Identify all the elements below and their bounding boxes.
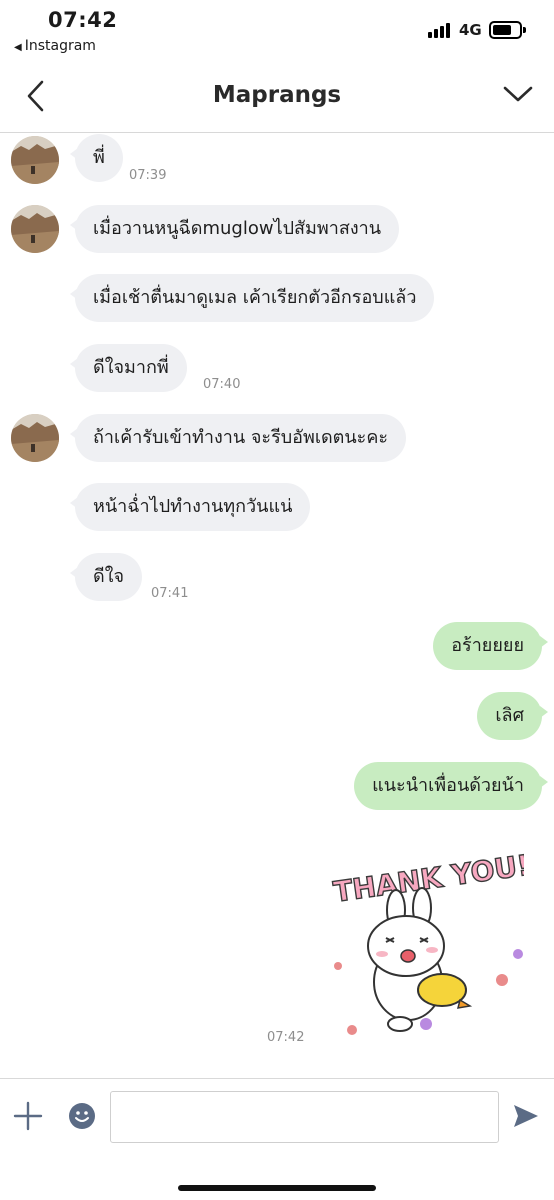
- send-button[interactable]: [512, 1103, 540, 1129]
- message-bubble[interactable]: เมื่อวานหนูฉีดmuglowไปสัมพาสงาน: [69, 205, 400, 253]
- battery-icon: [489, 21, 526, 39]
- emoji-button[interactable]: [68, 1102, 96, 1130]
- message-bubble[interactable]: พี่: [70, 134, 123, 182]
- message-time: 07:40: [203, 377, 241, 392]
- emoji-icon: [69, 1103, 95, 1129]
- avatar-image: [11, 414, 59, 462]
- message-bubble[interactable]: ดีใจมากพี่: [70, 344, 187, 392]
- message-input-bar: [0, 1078, 554, 1200]
- message-bubble-sent[interactable]: เลิศ: [477, 692, 548, 740]
- attach-button[interactable]: [13, 1101, 43, 1131]
- chat-messages[interactable]: พี่ 07:39 เมื่อวานหนูฉีดmuglowไปสัมพาสงา…: [0, 134, 554, 1078]
- chat-title[interactable]: Maprangs: [0, 82, 554, 108]
- avatar-image: [11, 136, 59, 184]
- status-bar: 07:42 ◀ Instagram 4G: [0, 0, 554, 60]
- back-app-label: Instagram: [24, 38, 96, 54]
- message-time: 07:39: [129, 168, 167, 183]
- message-bubble[interactable]: ดีใจ: [69, 553, 143, 601]
- plus-icon: [13, 1101, 43, 1131]
- message-bubble[interactable]: หน้าฉ่ำไปทำงานทุกวันแน่: [69, 483, 311, 531]
- message-bubble-sent[interactable]: อร้ายยยย: [433, 622, 548, 670]
- message-input[interactable]: [110, 1091, 499, 1143]
- message-time: 07:42: [267, 1030, 305, 1045]
- contact-avatar[interactable]: [11, 414, 59, 462]
- status-time: 07:42: [48, 8, 118, 32]
- chat-header: Maprangs: [0, 60, 554, 133]
- message-time: 07:41: [151, 586, 189, 601]
- back-triangle-icon: ◀: [14, 42, 22, 53]
- contact-avatar[interactable]: [11, 205, 59, 253]
- send-icon: [514, 1105, 538, 1127]
- thank-you-sticker[interactable]: THANK YOU!: [330, 848, 533, 1040]
- bunny-sticker-image: THANK YOU!: [331, 848, 533, 1035]
- back-to-app-link[interactable]: ◀ Instagram: [14, 38, 96, 54]
- cellular-signal-icon: [428, 22, 454, 38]
- menu-chevron-down-icon: [503, 86, 533, 102]
- contact-avatar[interactable]: [11, 136, 59, 184]
- message-bubble[interactable]: เมื่อเช้าตื่นมาดูเมล เค้าเรียกตัวอีกรอบแ…: [69, 274, 435, 322]
- message-bubble-sent[interactable]: แนะนำเพื่อนด้วยน้า: [354, 762, 548, 810]
- avatar-image: [11, 205, 59, 253]
- message-bubble[interactable]: ถ้าเค้ารับเข้าทำงาน จะรีบอัพเดตนะคะ: [69, 414, 407, 462]
- home-indicator[interactable]: [178, 1185, 376, 1191]
- chat-menu-button[interactable]: [502, 82, 534, 106]
- network-type: 4G: [459, 21, 482, 39]
